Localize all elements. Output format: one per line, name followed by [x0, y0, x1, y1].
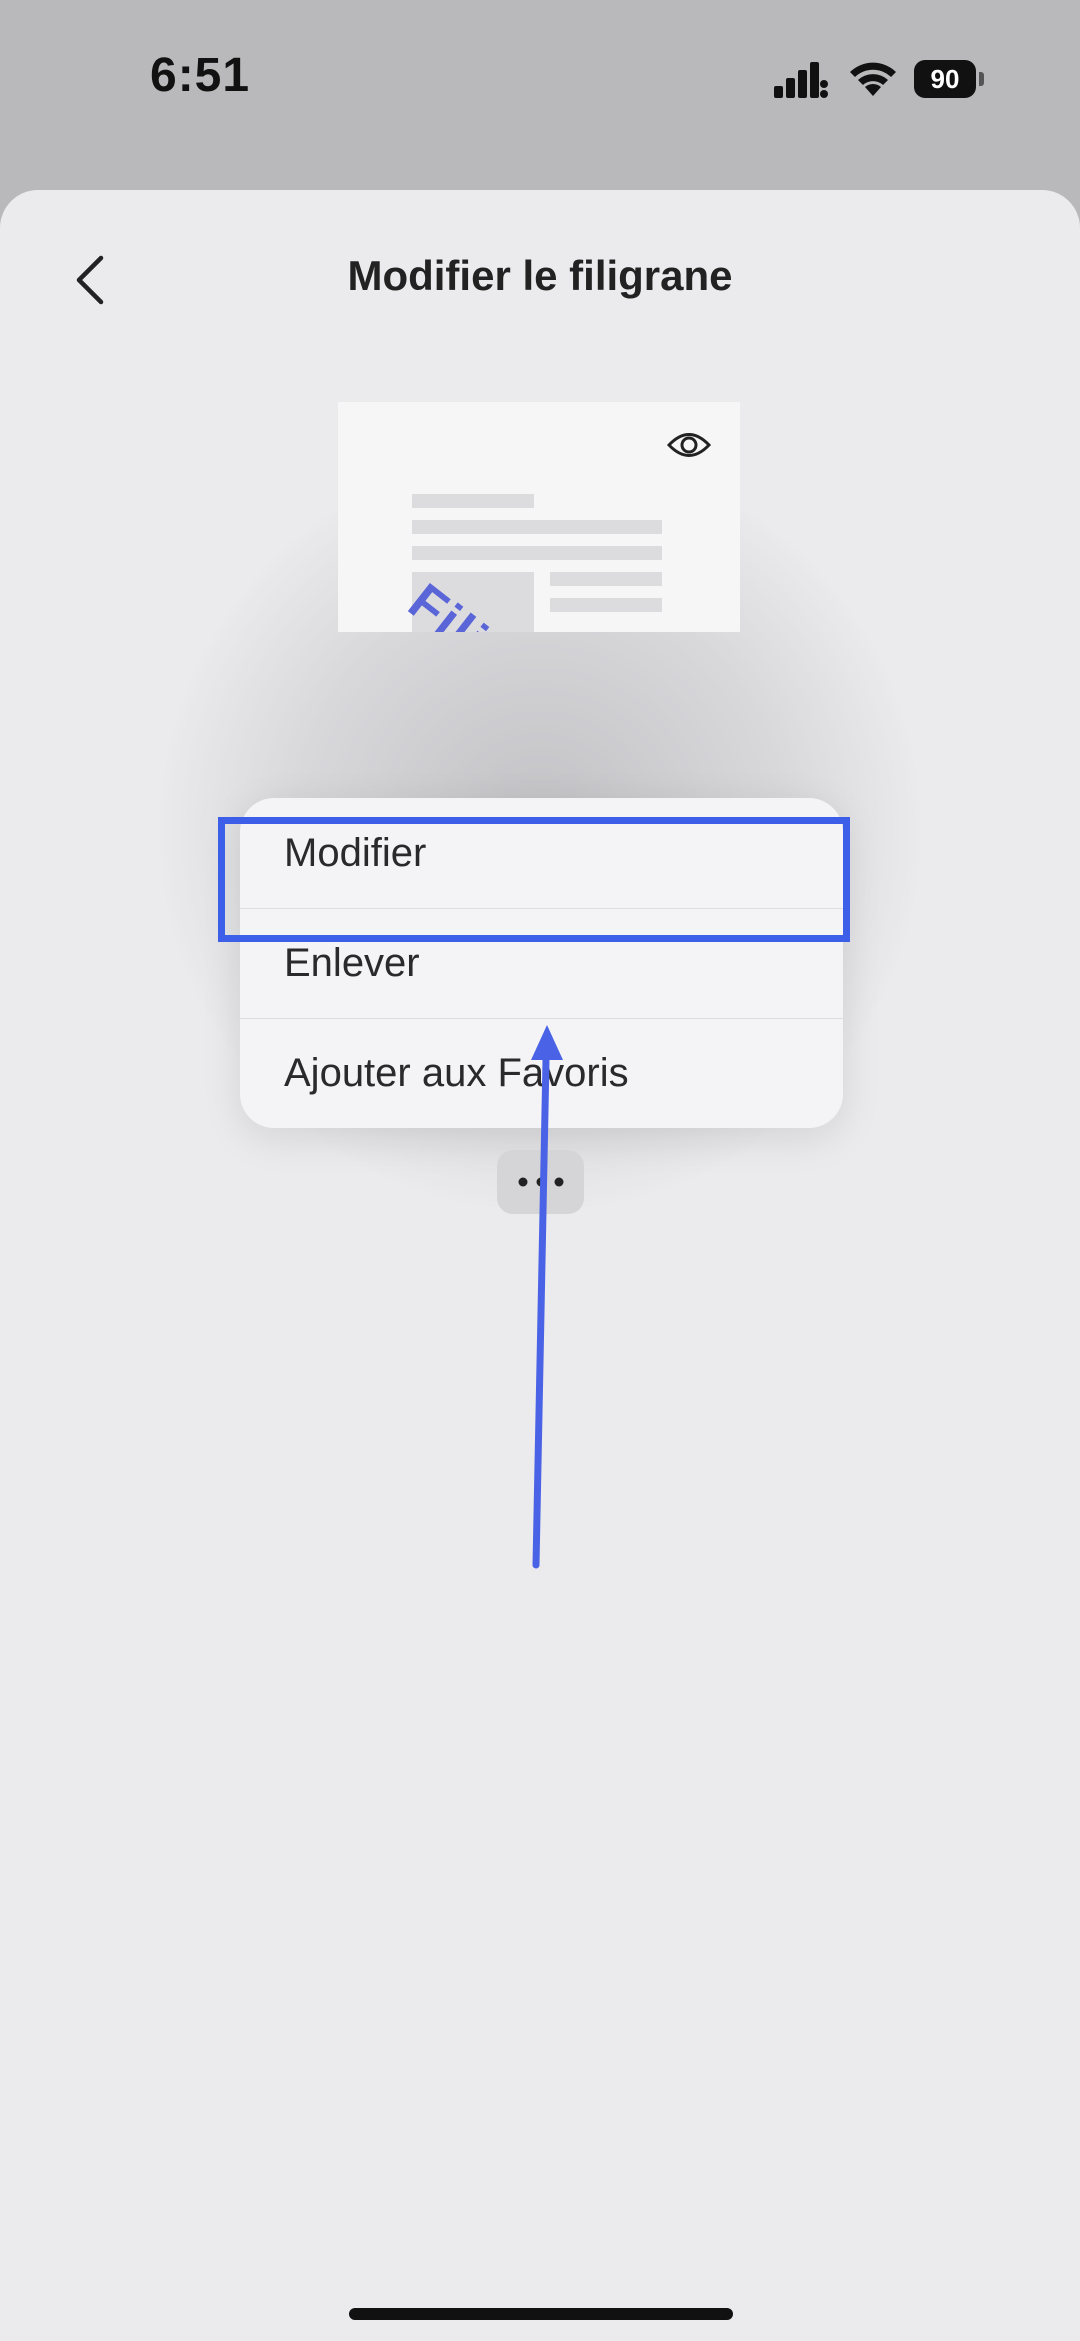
- menu-item-ajouter-favoris[interactable]: Ajouter aux Favoris: [240, 1018, 843, 1128]
- more-options-button[interactable]: [497, 1150, 584, 1214]
- page-title: Modifier le filigrane: [347, 252, 733, 299]
- signal-icon: [774, 62, 828, 98]
- menu-item-label: Enlever: [284, 940, 420, 985]
- battery-level: 90: [914, 60, 976, 98]
- preview-line: [412, 520, 662, 534]
- status-time: 6:51: [150, 49, 251, 102]
- bottom-sheet: Modifier le filigrane Fili Modifier Enle…: [0, 190, 1080, 2341]
- preview-line: [550, 598, 662, 612]
- status-bar: 6:51 90: [0, 0, 1080, 160]
- preview-line: [550, 572, 662, 586]
- wifi-icon: [850, 62, 896, 96]
- highlight-box: [218, 817, 850, 942]
- ellipsis-icon: [518, 1177, 563, 1187]
- watermark-preview[interactable]: Fili: [338, 402, 740, 632]
- preview-line: [412, 546, 662, 560]
- home-indicator[interactable]: [349, 2308, 733, 2320]
- preview-line: [412, 494, 534, 508]
- battery-tip: [979, 72, 984, 86]
- eye-icon[interactable]: [666, 428, 712, 462]
- battery-icon: 90: [914, 60, 986, 98]
- menu-item-label: Ajouter aux Favoris: [284, 1050, 629, 1095]
